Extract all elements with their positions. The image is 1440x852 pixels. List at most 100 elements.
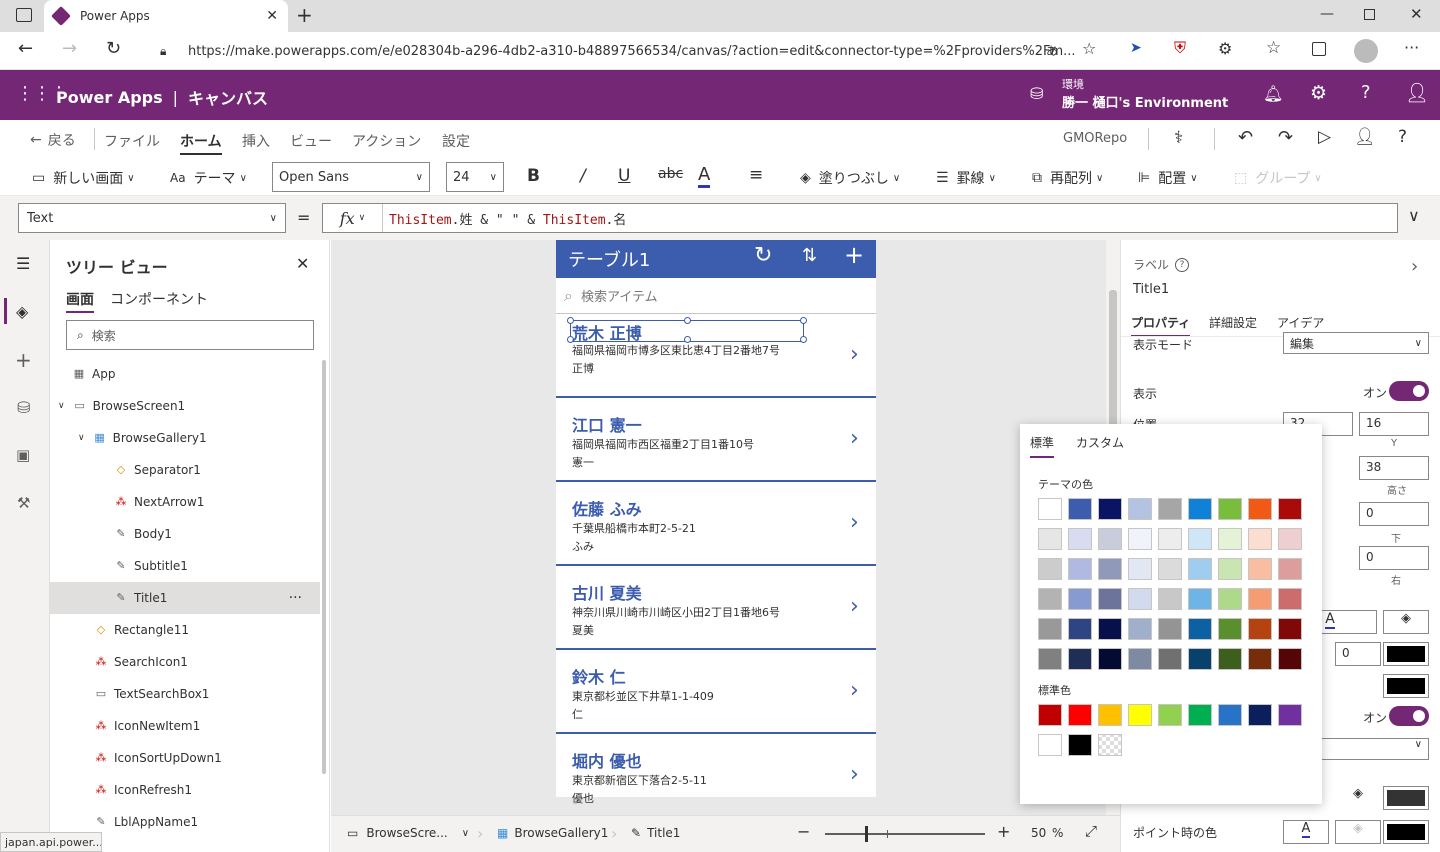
padding-right-input[interactable]: 0	[1359, 546, 1429, 570]
environment-picker[interactable]: 環境 勝一 樋口's Environment	[1062, 76, 1228, 111]
fx-button[interactable]: fx ∨	[323, 204, 383, 232]
color-swatch[interactable]	[1188, 498, 1212, 520]
breadcrumb-title[interactable]: ✎ Title1	[631, 826, 680, 840]
menu-insert[interactable]: 挿入	[242, 131, 270, 151]
color-swatch[interactable]	[1068, 498, 1092, 520]
gallery-item[interactable]: 堀内 優也 東京都新宿区下落合2-5-11 優也 ›	[556, 734, 876, 805]
color-swatch[interactable]	[1128, 588, 1152, 610]
group-button[interactable]: ⬚ グループ ∨	[1234, 168, 1322, 188]
play-icon[interactable]: ▷	[1318, 127, 1331, 147]
zoom-slider[interactable]	[825, 826, 985, 842]
color-swatch[interactable]	[1158, 528, 1182, 550]
color-swatch[interactable]	[1128, 704, 1152, 726]
next-arrow-icon[interactable]: ›	[850, 678, 859, 703]
color-swatch[interactable]	[1068, 734, 1092, 756]
tab-component[interactable]: コンポーネント	[110, 289, 208, 309]
extension-arrow-icon[interactable]: ➤	[1130, 40, 1142, 56]
help-icon[interactable]: ?	[1361, 82, 1371, 103]
color-swatch[interactable]	[1218, 558, 1242, 580]
position-y-input[interactable]: 16	[1359, 412, 1429, 436]
undo-icon[interactable]: ↶	[1238, 127, 1253, 148]
color-swatch[interactable]	[1248, 558, 1272, 580]
fill-bucket-icon[interactable]: ◈	[1335, 786, 1381, 810]
color-swatch[interactable]	[1188, 588, 1212, 610]
zoom-in-icon[interactable]: +	[997, 822, 1010, 841]
tab-advanced[interactable]: 詳細設定	[1209, 314, 1257, 331]
color-swatch[interactable]	[1068, 704, 1092, 726]
color-swatch[interactable]	[1248, 528, 1272, 550]
next-arrow-icon[interactable]: ›	[850, 762, 859, 787]
color-swatch[interactable]	[1278, 528, 1302, 550]
color-swatch[interactable]	[1128, 528, 1152, 550]
close-window-icon[interactable]: ✕	[1410, 5, 1423, 23]
browser-tab[interactable]: Power Apps ✕	[44, 0, 288, 32]
font-select[interactable]: Open Sans ∨	[272, 162, 430, 192]
color-swatch[interactable]	[1038, 498, 1062, 520]
tab-properties[interactable]: プロパティ	[1131, 314, 1191, 337]
gallery-search-box[interactable]: ⌕ 検索アイテム	[556, 278, 876, 314]
tree-item-separator[interactable]: ◇ Separator1	[50, 454, 320, 486]
browser-menu-icon[interactable]: ···	[1404, 38, 1419, 57]
color-swatch[interactable]	[1068, 618, 1092, 640]
color-swatch[interactable]	[1248, 498, 1272, 520]
color-swatch[interactable]	[1098, 498, 1122, 520]
picker-tab-standard[interactable]: 標準	[1030, 434, 1055, 458]
data-icon[interactable]: ⛁	[17, 398, 30, 417]
strikethrough-icon[interactable]: abc	[658, 166, 683, 182]
sort-icon[interactable]: ⇅	[802, 245, 817, 266]
more-options-icon[interactable]: ···	[289, 590, 302, 606]
tree-item-iconrefresh[interactable]: ⁂ IconRefresh1	[50, 774, 320, 806]
color-swatch[interactable]	[1278, 558, 1302, 580]
color-swatch[interactable]	[1068, 558, 1092, 580]
color-swatch[interactable]	[1158, 648, 1182, 670]
settings-icon[interactable]: ⚙	[1310, 82, 1327, 104]
menu-action[interactable]: アクション	[352, 131, 421, 151]
restore-icon[interactable]	[1364, 9, 1375, 20]
minimize-icon[interactable]: —	[1320, 6, 1334, 22]
tree-item-nextarrow[interactable]: ⁂ NextArrow1	[50, 486, 320, 518]
menu-view[interactable]: ビュー	[290, 131, 332, 151]
add-favorite-icon[interactable]: ☆	[1082, 39, 1096, 58]
color-swatch[interactable]	[1278, 588, 1302, 610]
share-icon[interactable]: 👤︎	[1354, 127, 1376, 147]
color-swatch[interactable]	[1038, 734, 1062, 756]
color-swatch[interactable]	[1158, 498, 1182, 520]
color-swatch[interactable]	[1248, 618, 1272, 640]
tree-item-browsescreen[interactable]: ∨ ▭ BrowseScreen1	[50, 390, 320, 422]
bold-icon[interactable]: B	[527, 166, 540, 186]
height-input[interactable]: 38	[1359, 456, 1429, 480]
tree-item-app[interactable]: ▦ App	[50, 358, 320, 390]
color-swatch[interactable]	[1278, 498, 1302, 520]
zoom-slider-thumb[interactable]	[865, 826, 868, 842]
resize-handle[interactable]	[800, 317, 807, 324]
formula-input[interactable]: fx ∨ ThisItem.姓 & " " & ThisItem.名	[322, 203, 1398, 233]
hamburger-icon[interactable]: ☰	[16, 254, 30, 273]
color-swatch[interactable]	[1278, 648, 1302, 670]
zoom-out-icon[interactable]: −	[797, 822, 810, 841]
color-swatch[interactable]	[1038, 618, 1062, 640]
redo-icon[interactable]: ↷	[1278, 127, 1293, 148]
color-swatch[interactable]	[1188, 528, 1212, 550]
color-swatch[interactable]	[1158, 558, 1182, 580]
forward-icon[interactable]: →	[62, 38, 77, 59]
fill-color-swatch[interactable]: ◈	[1383, 610, 1429, 634]
url-field[interactable]: 🔒︎ https://make.powerapps.com/e/e028304b…	[144, 36, 1110, 66]
gallery-item[interactable]: 鈴木 仁 東京都杉並区下井草1-1-409 仁 ›	[556, 650, 876, 734]
tree-view-icon[interactable]: ◈	[16, 302, 28, 321]
autoheight-toggle[interactable]	[1389, 706, 1429, 726]
color-swatch[interactable]	[1158, 618, 1182, 640]
border-button[interactable]: ☰ 罫線 ∨	[936, 168, 996, 188]
color-swatch[interactable]	[1098, 648, 1122, 670]
color-swatch[interactable]	[1218, 588, 1242, 610]
color-swatch[interactable]	[1188, 704, 1212, 726]
color-swatch[interactable]	[1248, 704, 1272, 726]
color-swatch[interactable]	[1218, 528, 1242, 550]
next-arrow-icon[interactable]: ›	[850, 594, 859, 619]
text-align-icon[interactable]: ≡	[749, 165, 763, 185]
color-swatch[interactable]	[1218, 648, 1242, 670]
breadcrumb-screen[interactable]: ▭ BrowseScre... ∨	[347, 826, 469, 840]
menu-settings[interactable]: 設定	[442, 131, 470, 151]
color-swatch[interactable]	[1248, 648, 1272, 670]
font-size-select[interactable]: 24 ∨	[446, 162, 504, 192]
collections-icon[interactable]	[1312, 42, 1326, 56]
